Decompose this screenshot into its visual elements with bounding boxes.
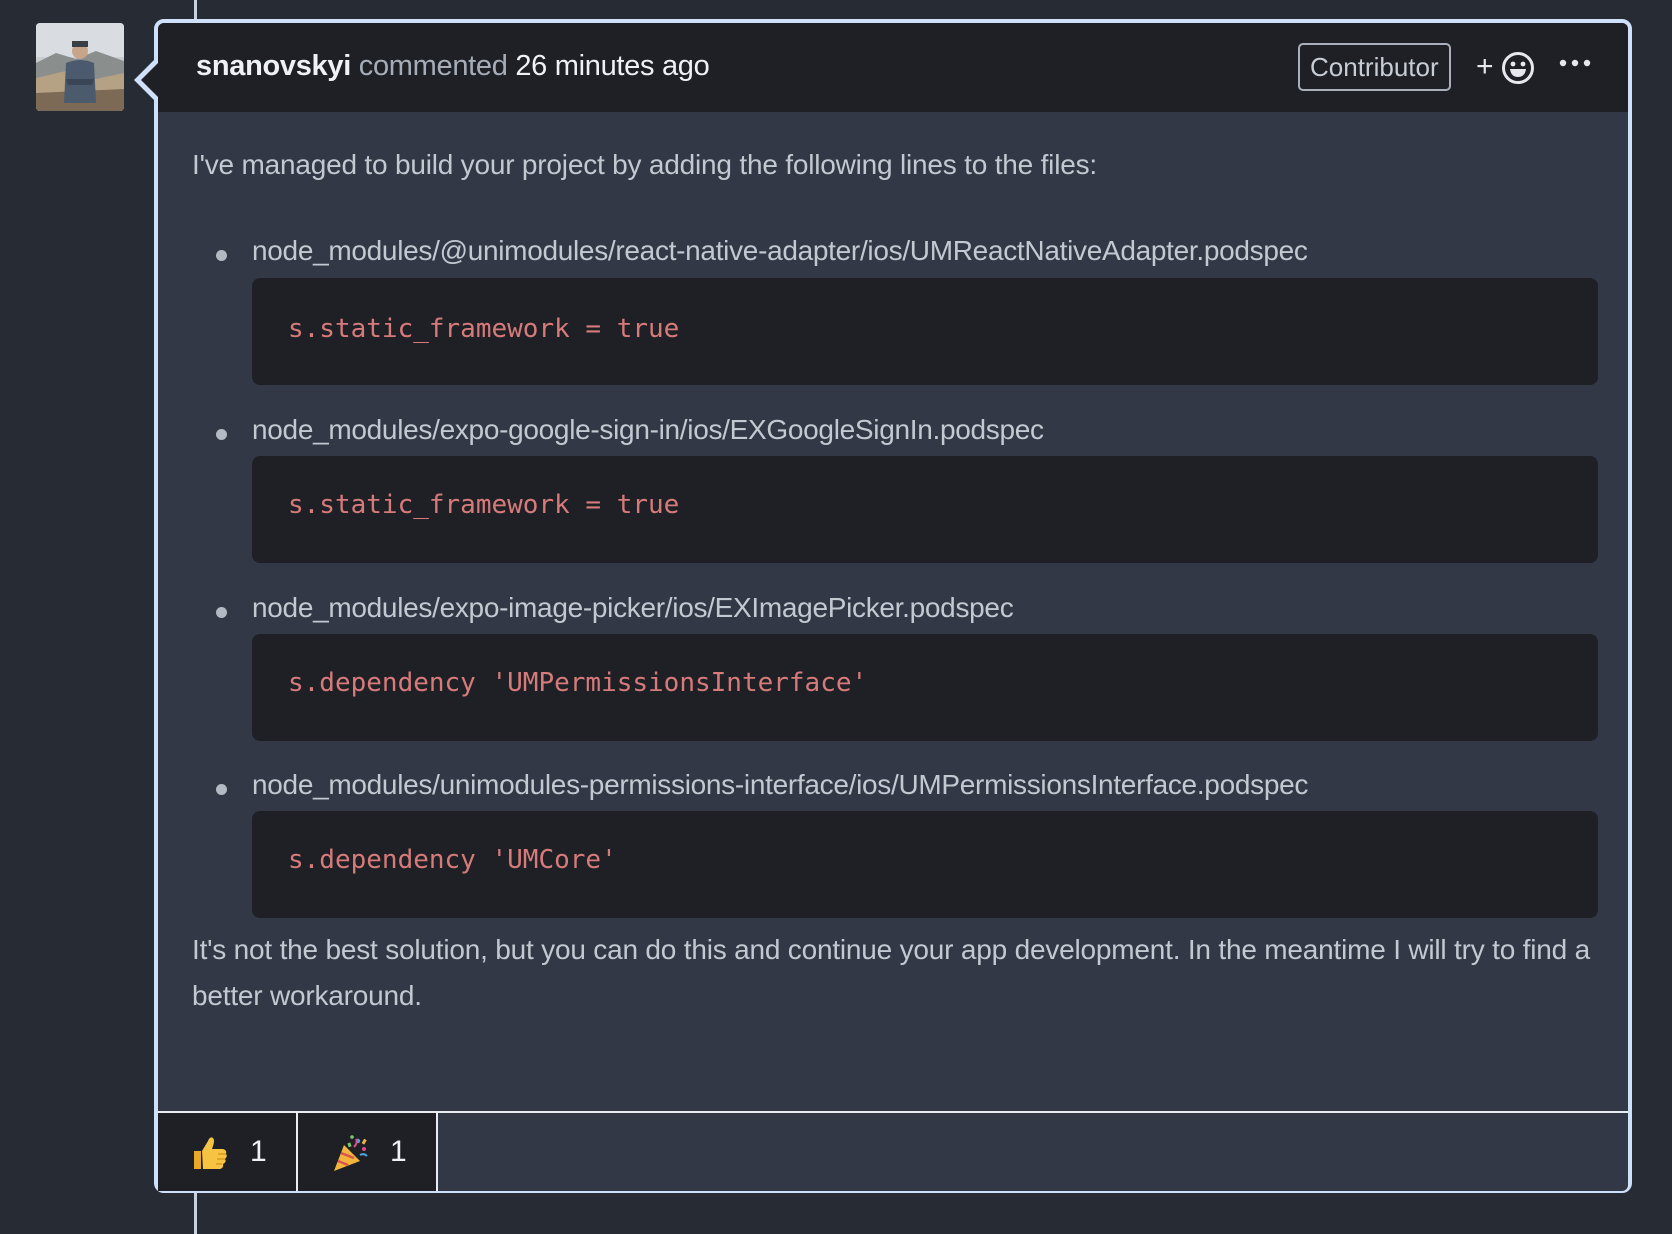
party-popper-icon bbox=[334, 1135, 368, 1171]
reaction-count: 1 bbox=[250, 1135, 267, 1168]
comment-intro: I've managed to build your project by ad… bbox=[192, 149, 1097, 180]
reaction-party-popper-button[interactable]: 1 bbox=[298, 1113, 438, 1191]
smiley-icon bbox=[1502, 52, 1534, 84]
plus-icon: + bbox=[1476, 50, 1494, 83]
avatar[interactable] bbox=[36, 23, 124, 111]
more-options-icon[interactable] bbox=[1558, 53, 1592, 73]
reactions-bar: 1 1 bbox=[158, 1111, 1628, 1191]
avatar-photo bbox=[36, 23, 124, 111]
comment-caret-inner bbox=[141, 62, 159, 98]
code-line: s.static_framework = true bbox=[288, 490, 680, 520]
add-reaction-button[interactable]: + bbox=[1476, 47, 1538, 87]
code-line: s.dependency 'UMCore' bbox=[288, 845, 617, 875]
code-block: s.static_framework = true bbox=[252, 456, 1598, 563]
code-block: s.dependency 'UMPermissionsInterface' bbox=[252, 634, 1598, 741]
file-path: node_modules/expo-google-sign-in/ios/EXG… bbox=[252, 414, 1044, 445]
list-bullet bbox=[216, 784, 227, 795]
comment-meta: snanovskyi commented 26 minutes ago bbox=[196, 50, 710, 83]
comment-box: snanovskyi commented 26 minutes ago Cont… bbox=[134, 19, 1632, 1193]
comment-outro: It's not the best solution, but you can … bbox=[192, 934, 1590, 1011]
list-bullet bbox=[216, 250, 227, 261]
thumbs-up-icon bbox=[194, 1137, 227, 1169]
contributor-badge: Contributor bbox=[1298, 43, 1451, 91]
timestamp-link[interactable]: 26 minutes ago bbox=[515, 50, 709, 82]
code-line: s.dependency 'UMPermissionsInterface' bbox=[288, 668, 868, 698]
file-path: node_modules/expo-image-picker/ios/EXIma… bbox=[252, 592, 1014, 623]
file-path: node_modules/@unimodules/react-native-ad… bbox=[252, 235, 1308, 266]
author-link[interactable]: snanovskyi bbox=[196, 50, 351, 82]
list-bullet bbox=[216, 429, 227, 440]
comment-verb: commented bbox=[358, 50, 508, 82]
reaction-thumbs-up-button[interactable]: 1 bbox=[158, 1113, 298, 1191]
code-line: s.static_framework = true bbox=[288, 314, 680, 344]
comment-header: snanovskyi commented 26 minutes ago Cont… bbox=[158, 23, 1628, 112]
code-block: s.dependency 'UMCore' bbox=[252, 811, 1598, 918]
reaction-count: 1 bbox=[390, 1135, 407, 1168]
list-bullet bbox=[216, 607, 227, 618]
code-block: s.static_framework = true bbox=[252, 278, 1598, 385]
file-path: node_modules/unimodules-permissions-inte… bbox=[252, 769, 1309, 800]
